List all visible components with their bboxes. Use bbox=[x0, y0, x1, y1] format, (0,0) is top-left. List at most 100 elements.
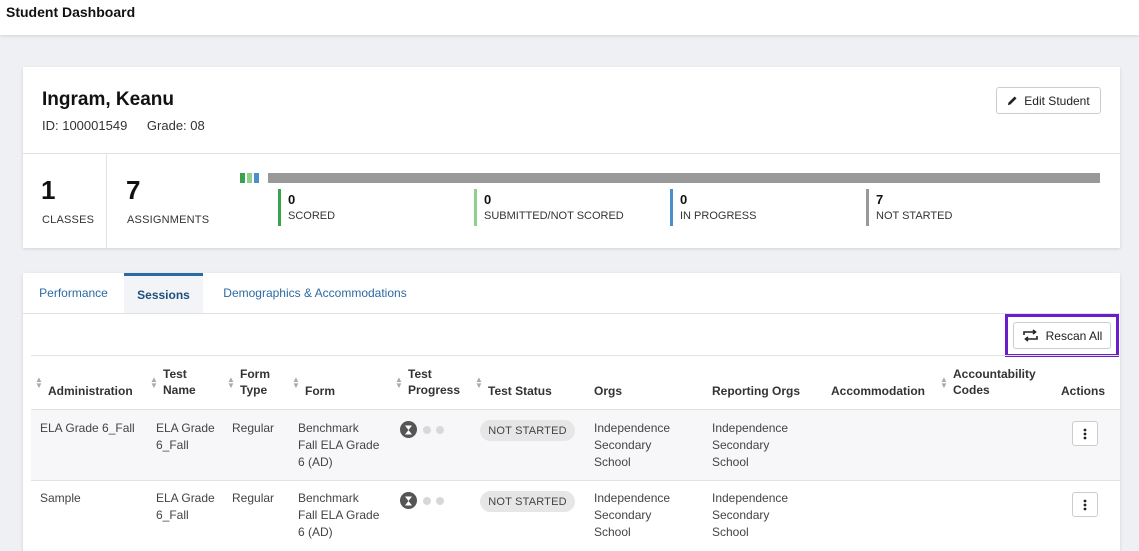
progress-dot bbox=[436, 426, 444, 434]
sessions-card: Performance Sessions Demographics & Acco… bbox=[23, 273, 1120, 551]
cell-test-name: ELA Grade 6_Fall bbox=[156, 420, 215, 454]
divider bbox=[31, 355, 1120, 356]
sort-icon[interactable]: ▲ ▼ bbox=[150, 376, 158, 390]
rescan-all-button[interactable]: Rescan All bbox=[1013, 322, 1111, 349]
student-meta: ID: 100001549 Grade: 08 bbox=[42, 118, 221, 133]
header-line: Name bbox=[163, 383, 196, 397]
legend-label: SCORED bbox=[288, 210, 336, 222]
cell-form-type: Regular bbox=[232, 491, 275, 505]
header-actions: Actions bbox=[1061, 384, 1106, 398]
cell-line: Independence bbox=[712, 491, 789, 505]
hourglass-icon bbox=[400, 492, 417, 509]
assignments-label: ASSIGNMENTS bbox=[127, 214, 210, 226]
header-administration[interactable]: Administration bbox=[48, 383, 133, 399]
legend-label: NOT STARTED bbox=[876, 210, 953, 222]
header-orgs: Orgs bbox=[594, 384, 623, 398]
header-line: Form bbox=[240, 367, 270, 381]
tab-demographics-accommodations[interactable]: Demographics & Accommodations bbox=[203, 273, 427, 313]
cell-line: ELA Grade bbox=[156, 421, 215, 435]
status-badge: NOT STARTED bbox=[480, 491, 575, 512]
table-row: Sample ELA Grade 6_Fall Regular Benchmar… bbox=[31, 481, 1120, 551]
header-accommodation: Accommodation bbox=[831, 384, 926, 398]
cell-line: Benchmark bbox=[298, 421, 359, 435]
legend-not-started: 7 NOT STARTED bbox=[866, 189, 952, 226]
cell-line: Fall ELA Grade bbox=[298, 438, 380, 452]
page-title: Student Dashboard bbox=[6, 4, 136, 20]
student-name: Ingram, Keanu bbox=[42, 89, 174, 110]
sort-icon[interactable]: ▲ ▼ bbox=[395, 376, 403, 390]
legend-scored: 0 SCORED bbox=[278, 189, 335, 226]
edit-student-label: Edit Student bbox=[1024, 93, 1090, 108]
cell-line: Secondary bbox=[712, 508, 770, 522]
cell-reporting-orgs: Independence Secondary School bbox=[712, 420, 788, 471]
sort-icon[interactable]: ▲ ▼ bbox=[35, 376, 43, 390]
cell-form: Benchmark Fall ELA Grade 6 (AD) bbox=[298, 420, 379, 471]
cell-line: 6 (AD) bbox=[298, 455, 333, 469]
header-test-name[interactable]: Test Name bbox=[163, 366, 196, 398]
sort-icon[interactable]: ▲ ▼ bbox=[940, 376, 948, 390]
legend-value: 7 bbox=[876, 192, 884, 207]
progress-dot bbox=[423, 497, 431, 505]
cell-line: 6 (AD) bbox=[298, 525, 333, 539]
progress-segment-submitted bbox=[247, 173, 252, 183]
sort-icon[interactable]: ▲ ▼ bbox=[475, 376, 483, 390]
top-bar: Student Dashboard bbox=[0, 0, 1139, 35]
cell-line: School bbox=[712, 525, 749, 539]
legend-submitted: 0 SUBMITTED/NOT SCORED bbox=[474, 189, 624, 226]
progress-segment-scored bbox=[240, 173, 245, 183]
cell-orgs: Independence Secondary School bbox=[594, 490, 670, 541]
assignments-count: 7 bbox=[126, 175, 141, 205]
header-reporting-orgs: Reporting Orgs bbox=[712, 384, 801, 398]
row-actions-button[interactable] bbox=[1072, 421, 1098, 446]
legend-value: 0 bbox=[680, 192, 688, 207]
tab-bar: Performance Sessions Demographics & Acco… bbox=[23, 273, 1120, 314]
header-test-status[interactable]: Test Status bbox=[488, 383, 552, 399]
rescan-highlight: Rescan All bbox=[1005, 314, 1119, 357]
student-grade: Grade: 08 bbox=[146, 118, 205, 133]
header-line: Progress bbox=[408, 383, 461, 397]
header-form[interactable]: Form bbox=[305, 383, 335, 399]
legend-label: SUBMITTED/NOT SCORED bbox=[484, 210, 624, 222]
cell-administration: Sample bbox=[40, 491, 81, 505]
student-summary-card: Ingram, Keanu ID: 100001549 Grade: 08 Ed… bbox=[23, 67, 1120, 248]
sort-icon[interactable]: ▲ ▼ bbox=[227, 376, 235, 390]
cell-form: Benchmark Fall ELA Grade 6 (AD) bbox=[298, 490, 379, 541]
cell-line: School bbox=[594, 525, 631, 539]
edit-student-button[interactable]: Edit Student bbox=[996, 87, 1101, 114]
cell-line: ELA Grade bbox=[156, 491, 215, 505]
cell-line: Secondary bbox=[594, 508, 652, 522]
tab-performance[interactable]: Performance bbox=[23, 273, 124, 313]
divider bbox=[23, 153, 1120, 154]
cell-test-name: ELA Grade 6_Fall bbox=[156, 490, 215, 524]
kebab-icon bbox=[1083, 428, 1087, 439]
divider bbox=[106, 154, 107, 248]
classes-label: CLASSES bbox=[42, 214, 95, 226]
hourglass-icon bbox=[400, 421, 417, 438]
progress-dot bbox=[436, 497, 444, 505]
pencil-icon bbox=[1008, 96, 1017, 106]
row-actions-button[interactable] bbox=[1072, 492, 1098, 517]
sort-icon[interactable]: ▲ ▼ bbox=[292, 376, 300, 390]
tab-sessions[interactable]: Sessions bbox=[124, 273, 203, 313]
cell-line: Secondary bbox=[594, 438, 652, 452]
cell-line: 6_Fall bbox=[156, 438, 189, 452]
header-test-progress[interactable]: Test Progress bbox=[408, 366, 460, 398]
legend-value: 0 bbox=[484, 192, 492, 207]
table-row: ELA Grade 6_Fall ELA Grade 6_Fall Regula… bbox=[31, 410, 1120, 480]
student-id: ID: 100001549 bbox=[42, 118, 128, 133]
legend-in-progress: 0 IN PROGRESS bbox=[670, 189, 756, 226]
header-form-type[interactable]: Form Type bbox=[240, 366, 270, 398]
progress-segment-not-started bbox=[268, 173, 1100, 183]
header-line: Type bbox=[240, 383, 268, 397]
header-accountability-codes[interactable]: Accountability Codes bbox=[953, 366, 1036, 398]
header-line: Codes bbox=[953, 383, 990, 397]
cell-line: Independence bbox=[712, 421, 789, 435]
rescan-all-label: Rescan All bbox=[1045, 328, 1103, 343]
cell-administration: ELA Grade 6_Fall bbox=[40, 421, 135, 435]
cell-line: Benchmark bbox=[298, 491, 359, 505]
status-badge: NOT STARTED bbox=[480, 420, 575, 441]
cell-reporting-orgs: Independence Secondary School bbox=[712, 490, 788, 541]
cell-line: Independence bbox=[594, 421, 671, 435]
rescan-icon bbox=[1022, 329, 1038, 342]
cell-line: School bbox=[712, 455, 749, 469]
